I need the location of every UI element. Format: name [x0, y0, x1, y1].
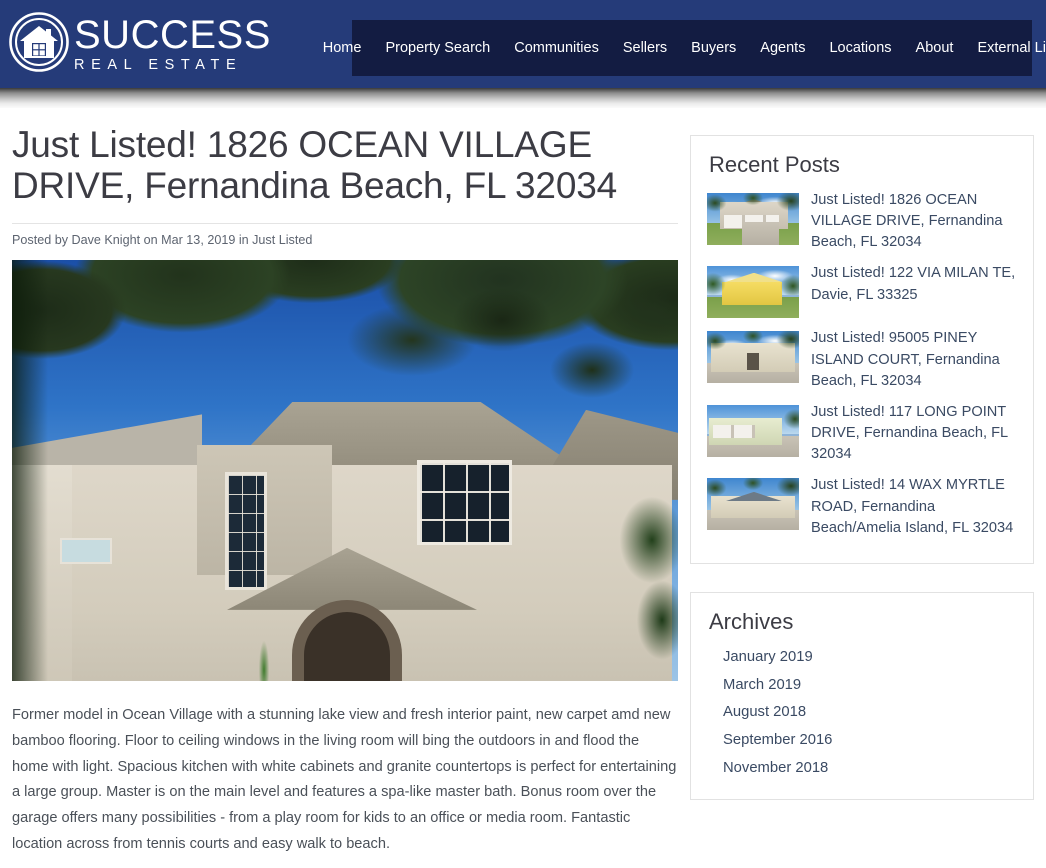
nav-item-external-link[interactable]: External Link [965, 20, 1046, 76]
main-navigation: Home Property Search Communities Sellers… [323, 20, 1046, 76]
list-item: November 2018 [723, 758, 1017, 779]
brand-subtitle: REAL ESTATE [74, 57, 243, 74]
featured-image [12, 259, 678, 681]
recent-post-link[interactable]: Just Listed! 1826 OCEAN VILLAGE DRIVE, F… [811, 190, 1017, 253]
house-in-circle-icon [8, 11, 70, 78]
page-title: Just Listed! 1826 OCEAN VILLAGE DRIVE, F… [12, 124, 617, 207]
site-header: SUCCESS REAL ESTATE Home Property Search… [0, 0, 1046, 88]
recent-post-item: Just Listed! 117 LONG POINT DRIVE, Ferna… [707, 402, 1017, 465]
brand-wordmark: SUCCESS REAL ESTATE [74, 15, 271, 73]
list-item: March 2019 [723, 675, 1017, 696]
post-body-text: Former model in Ocean Village with a stu… [12, 706, 677, 853]
recent-post-item: Just Listed! 14 WAX MYRTLE ROAD, Fernand… [707, 475, 1017, 538]
list-item: January 2019 [723, 647, 1017, 668]
recent-post-link[interactable]: Just Listed! 117 LONG POINT DRIVE, Ferna… [811, 402, 1017, 465]
recent-post-thumbnail[interactable] [707, 404, 799, 457]
nav-item-sellers[interactable]: Sellers [611, 20, 679, 76]
recent-post-thumbnail[interactable] [707, 478, 799, 531]
recent-post-link[interactable]: Just Listed! 122 VIA MILAN TE, Davie, FL… [811, 263, 1017, 305]
post-meta: Posted by Dave Knight on Mar 13, 2019 in… [12, 232, 313, 247]
list-item: August 2018 [723, 702, 1017, 723]
recent-post-link[interactable]: Just Listed! 95005 PINEY ISLAND COURT, F… [811, 328, 1017, 391]
recent-post-item: Just Listed! 95005 PINEY ISLAND COURT, F… [707, 328, 1017, 391]
recent-post-item: Just Listed! 1826 OCEAN VILLAGE DRIVE, F… [707, 190, 1017, 253]
archive-link-march-2019[interactable]: March 2019 [723, 677, 801, 693]
nav-item-home[interactable]: Home [311, 20, 374, 76]
recent-posts-widget: Recent Posts Just Listed! 1826 OCEAN VIL… [690, 135, 1034, 564]
nav-item-buyers[interactable]: Buyers [679, 20, 748, 76]
recent-post-thumbnail[interactable] [707, 193, 799, 245]
archive-link-january-2019[interactable]: January 2019 [723, 649, 813, 665]
nav-item-about[interactable]: About [904, 20, 966, 76]
archive-link-august-2018[interactable]: August 2018 [723, 704, 806, 720]
nav-item-communities[interactable]: Communities [502, 20, 611, 76]
nav-item-agents[interactable]: Agents [748, 20, 817, 76]
recent-post-item: Just Listed! 122 VIA MILAN TE, Davie, FL… [707, 263, 1017, 319]
recent-posts-title: Recent Posts [709, 152, 840, 177]
recent-post-thumbnail[interactable] [707, 266, 799, 319]
archives-widget: Archives January 2019 March 2019 August … [690, 591, 1034, 801]
recent-post-thumbnail[interactable] [707, 331, 799, 384]
archive-link-september-2016[interactable]: September 2016 [723, 732, 832, 748]
brand-title: SUCCESS [74, 13, 271, 58]
list-item: September 2016 [723, 730, 1017, 751]
title-divider [12, 222, 678, 224]
nav-item-locations[interactable]: Locations [817, 20, 903, 76]
site-logo[interactable]: SUCCESS REAL ESTATE [8, 0, 271, 88]
post-column: Just Listed! 1826 OCEAN VILLAGE DRIVE, F… [0, 108, 690, 858]
archives-list: January 2019 March 2019 August 2018 Sept… [707, 647, 1017, 779]
sidebar: Recent Posts Just Listed! 1826 OCEAN VIL… [690, 108, 1046, 828]
recent-post-link[interactable]: Just Listed! 14 WAX MYRTLE ROAD, Fernand… [811, 475, 1017, 538]
archive-link-november-2018[interactable]: November 2018 [723, 760, 828, 776]
page-content: Just Listed! 1826 OCEAN VILLAGE DRIVE, F… [0, 88, 1046, 858]
nav-item-property-search[interactable]: Property Search [373, 20, 502, 76]
archives-title: Archives [709, 608, 794, 634]
header-drop-shadow [0, 88, 1046, 108]
